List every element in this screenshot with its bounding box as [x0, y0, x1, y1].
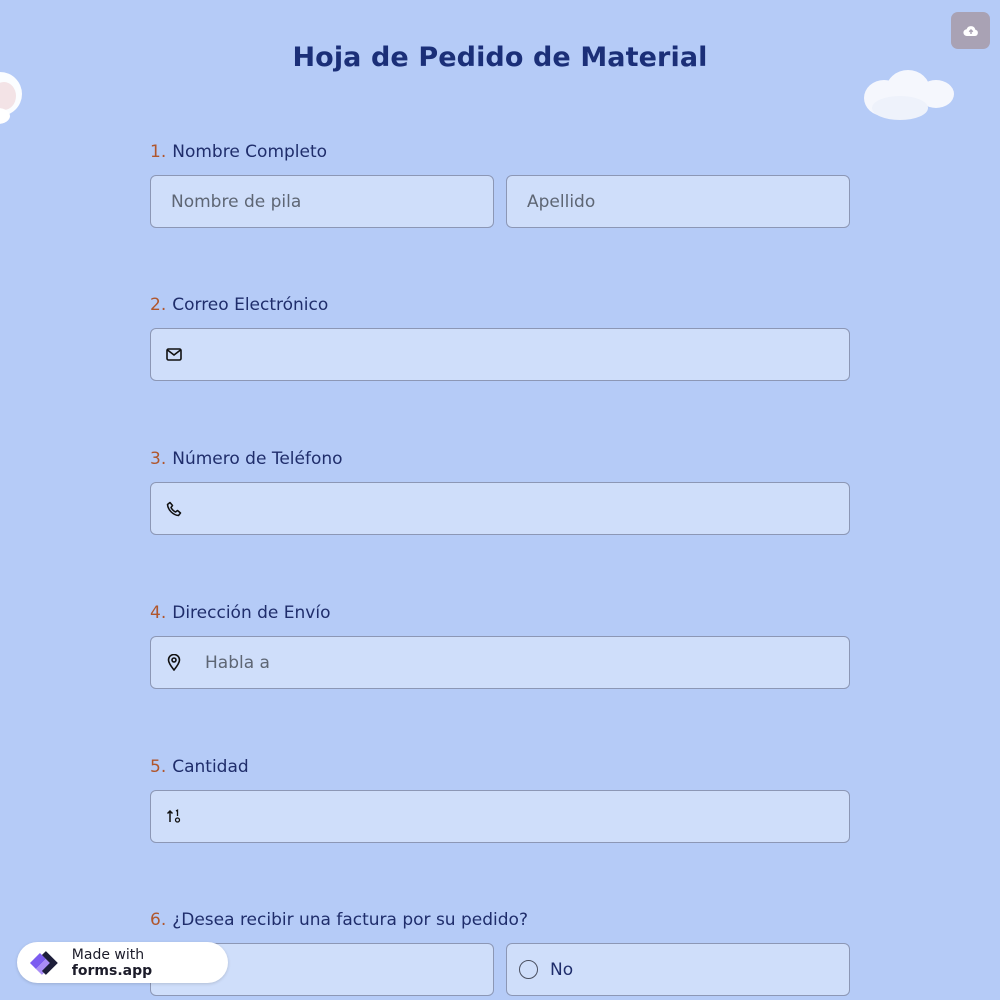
email-input[interactable] — [195, 329, 849, 380]
location-pin-icon — [151, 654, 195, 671]
radio-button[interactable] — [519, 960, 538, 979]
invoice-option-no[interactable]: No — [506, 943, 850, 996]
question-number: 3. — [150, 449, 167, 469]
badge-text: Made with forms.app — [72, 947, 228, 979]
question-text: Cantidad — [172, 757, 249, 777]
question-text: Dirección de Envío — [172, 603, 331, 623]
question-label: 1. Nombre Completo — [150, 140, 850, 164]
quantity-input[interactable] — [195, 791, 849, 842]
phone-input[interactable] — [195, 483, 849, 534]
question-label: 6. ¿Desea recibir una factura por su ped… — [150, 908, 850, 932]
question-number: 1. — [150, 142, 167, 162]
question-email: 2. Correo Electrónico — [150, 293, 850, 381]
option-label: No — [550, 959, 574, 980]
last-name-input[interactable] — [507, 176, 849, 227]
question-number: 2. — [150, 295, 167, 315]
question-number: 5. — [150, 757, 167, 777]
question-label: 2. Correo Electrónico — [150, 293, 850, 317]
address-field — [150, 636, 850, 689]
question-address: 4. Dirección de Envío — [150, 601, 850, 689]
badge-prefix: Made with — [71, 946, 145, 963]
email-field — [150, 328, 850, 381]
question-label: 4. Dirección de Envío — [150, 601, 850, 625]
cloud-decoration-right — [864, 70, 954, 120]
number-sort-icon — [151, 809, 195, 824]
last-name-field — [506, 175, 850, 228]
question-label: 3. Número de Teléfono — [150, 447, 850, 471]
phone-icon — [151, 501, 195, 517]
first-name-input[interactable] — [151, 176, 493, 227]
question-text: Nombre Completo — [172, 142, 328, 162]
first-name-field — [150, 175, 494, 228]
question-text: Número de Teléfono — [172, 449, 343, 469]
cloud-decoration-left — [0, 72, 22, 124]
question-number: 4. — [150, 603, 167, 623]
question-full-name: 1. Nombre Completo — [150, 140, 850, 228]
question-phone: 3. Número de Teléfono — [150, 447, 850, 535]
question-text: Correo Electrónico — [172, 295, 329, 315]
forms-app-logo-icon — [29, 950, 58, 975]
question-quantity: 5. Cantidad — [150, 755, 850, 843]
made-with-badge[interactable]: Made with forms.app — [17, 942, 228, 983]
question-number: 6. — [150, 910, 167, 930]
phone-field — [150, 482, 850, 535]
question-invoice: 6. ¿Desea recibir una factura por su ped… — [150, 908, 850, 996]
envelope-icon — [151, 348, 195, 361]
quantity-field — [150, 790, 850, 843]
question-label: 5. Cantidad — [150, 755, 850, 779]
question-text: ¿Desea recibir una factura por su pedido… — [172, 910, 528, 930]
address-input[interactable] — [195, 637, 849, 688]
form-title: Hoja de Pedido de Material — [292, 42, 708, 73]
badge-brand: forms.app — [71, 962, 153, 979]
cloud-upload-icon — [962, 25, 978, 36]
